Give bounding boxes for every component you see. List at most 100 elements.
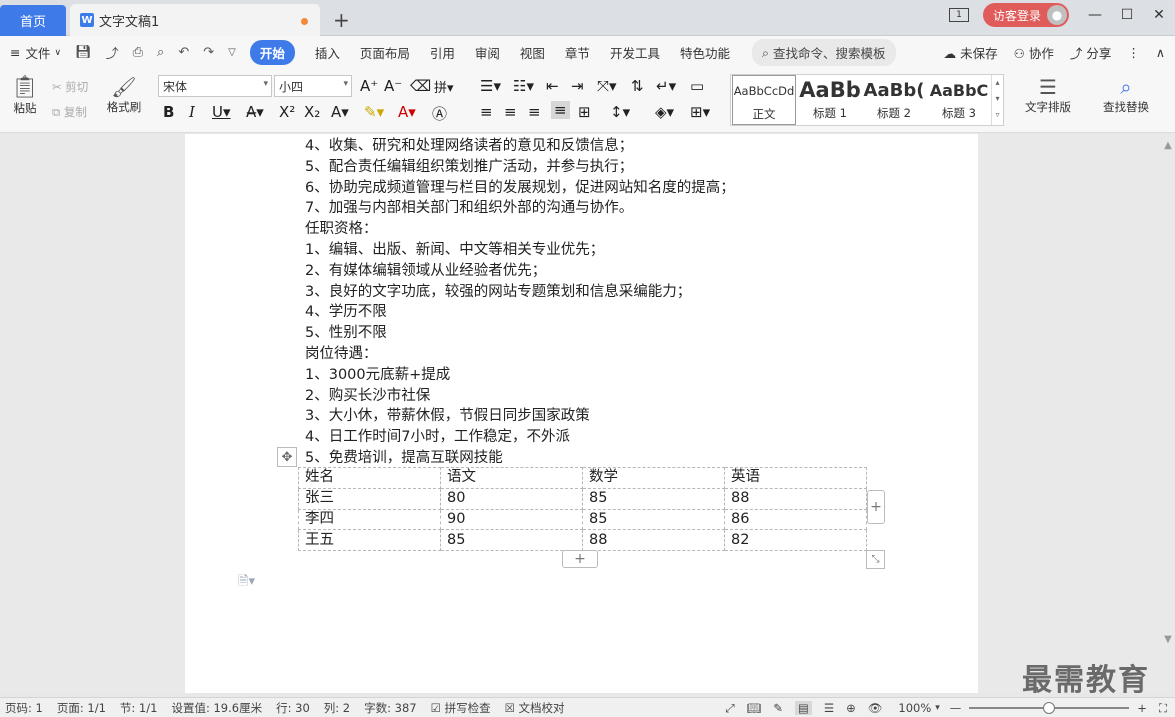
status-words[interactable]: 字数: 387	[364, 700, 416, 716]
doc-line[interactable]: 7、加强与内部相关部门和组织外部的沟通与协作。	[305, 198, 905, 219]
table-header-cell[interactable]: 语文	[440, 467, 583, 489]
undo-icon[interactable]: ↶	[178, 45, 189, 60]
menu-tab-section[interactable]: 章节	[565, 43, 590, 62]
sort-icon[interactable]: ⇅	[631, 77, 644, 95]
table-cell[interactable]: 88	[724, 487, 867, 510]
distributed-icon[interactable]: ⊞	[578, 103, 591, 121]
table-resize-icon[interactable]: ⤡	[866, 550, 885, 569]
superscript-icon[interactable]: X²	[279, 103, 295, 121]
table-cell[interactable]: 85	[582, 487, 725, 510]
file-menu[interactable]: ≡ 文件 ∨	[10, 43, 61, 62]
styles-scroll[interactable]: ▴ ▾ ▿	[991, 75, 1003, 125]
menu-tab-start[interactable]: 开始	[249, 40, 295, 65]
font-name-select[interactable]: 宋体 ▾	[158, 75, 272, 97]
table-header-cell[interactable]: 数学	[582, 467, 725, 489]
table-header-cell[interactable]: 姓名	[298, 467, 441, 489]
collapse-ribbon-icon[interactable]: ∧	[1156, 45, 1165, 60]
table-layout-icon[interactable]: ▭	[690, 77, 704, 95]
doc-line[interactable]: 3、大小休，带薪休假，节假日同步国家政策	[305, 406, 905, 427]
doc-line[interactable]: 3、良好的文字功底，较强的网站专题策划和信息采编能力；	[305, 282, 905, 303]
clear-format-icon[interactable]: ⌫	[410, 77, 431, 95]
fullscreen-icon[interactable]: ⤢	[725, 701, 734, 716]
table-cell[interactable]: 86	[724, 508, 867, 531]
copy-button[interactable]: ⧉ 复制	[52, 104, 87, 120]
cut-button[interactable]: ✂ 剪切	[52, 79, 88, 95]
zoom-slider[interactable]	[969, 702, 1130, 714]
tab-document[interactable]: W 文字文稿1	[70, 4, 320, 36]
align-left-icon[interactable]: ≡	[480, 103, 493, 121]
zoom-level[interactable]: 100%	[898, 701, 931, 715]
bullet-list-icon[interactable]: ☰▾	[480, 77, 501, 95]
increase-indent-icon[interactable]: ⇥	[571, 77, 584, 95]
new-tab-button[interactable]: +	[333, 8, 350, 32]
print-icon[interactable]: ⎙	[133, 45, 143, 60]
maximize-button[interactable]: ☐	[1111, 7, 1143, 23]
doc-line[interactable]: 4、收集、研究和处理网络读者的意见和反馈信息；	[305, 136, 905, 157]
menu-tab-page-layout[interactable]: 页面布局	[360, 43, 410, 62]
scroll-down-icon[interactable]: ▼	[1161, 634, 1175, 645]
shrink-font-icon[interactable]: A⁻	[384, 77, 402, 95]
subscript-icon[interactable]: X₂	[304, 103, 320, 121]
bold-icon[interactable]: B	[163, 103, 174, 121]
minimize-button[interactable]: —	[1079, 7, 1111, 23]
justify-icon[interactable]: ≡	[551, 101, 570, 119]
highlight-icon[interactable]: ✎▾	[364, 103, 384, 121]
spell-check-button[interactable]: ☑ 拼写检查	[431, 700, 491, 716]
menu-tab-insert[interactable]: 插入	[315, 43, 340, 62]
doc-line[interactable]: 岗位待遇：	[305, 344, 905, 365]
doc-line[interactable]: 5、配合责任编辑组织策划推广活动，并参与执行；	[305, 157, 905, 178]
text-effect-icon[interactable]: A▾	[331, 103, 349, 121]
collab-button[interactable]: ⚇ 协作	[1014, 43, 1054, 62]
scroll-up-icon[interactable]: ▲	[1161, 140, 1175, 151]
doc-line[interactable]: 5、性别不限	[305, 323, 905, 344]
window-count-icon[interactable]: 1	[948, 8, 969, 22]
redo-icon[interactable]: ↷	[203, 45, 214, 60]
table-cell[interactable]: 李四	[298, 508, 441, 531]
status-section[interactable]: 节: 1/1	[120, 700, 158, 716]
phonetic-icon[interactable]: 拼▾	[434, 77, 454, 96]
table-cell[interactable]: 90	[440, 508, 583, 531]
doc-line[interactable]: 4、学历不限	[305, 302, 905, 323]
zoom-out-button[interactable]: —	[950, 701, 962, 715]
find-replace-button[interactable]: ⌕ 查找替换	[1096, 75, 1156, 115]
doc-line[interactable]: 2、有媒体编辑领域从业经验者优先；	[305, 261, 905, 282]
zoom-slider-knob[interactable]	[1043, 702, 1056, 714]
grow-font-icon[interactable]: A⁺	[360, 77, 378, 95]
status-page-number[interactable]: 页码: 1	[5, 700, 43, 716]
doc-line[interactable]: 6、协助完成频道管理与栏目的发展规划，促进网站知名度的提高；	[305, 178, 905, 199]
table-cell[interactable]: 82	[724, 529, 867, 552]
doc-line[interactable]: 5、免费培训，提高互联网技能	[305, 448, 905, 469]
zoom-in-button[interactable]: +	[1137, 701, 1147, 715]
reading-mode-icon[interactable]: 📖︎	[747, 701, 762, 715]
close-button[interactable]: ✕	[1143, 7, 1175, 23]
line-spacing-icon[interactable]: ↕▾	[610, 103, 630, 121]
align-right-icon[interactable]: ≡	[528, 103, 541, 121]
paragraph-icon[interactable]: 🗎︎▾	[238, 572, 255, 594]
menu-tab-review[interactable]: 审阅	[475, 43, 500, 62]
text-layout-button[interactable]: ☰ 文字排版	[1018, 75, 1078, 115]
command-search-box[interactable]: ⌕ 查找命令、搜索模板	[751, 39, 896, 66]
table-header-cell[interactable]: 英语	[724, 467, 867, 489]
tab-home[interactable]: 首页	[0, 5, 66, 36]
print-preview-icon[interactable]: ⌕	[157, 45, 164, 60]
doc-proof-button[interactable]: ☒ 文档校对	[505, 700, 565, 716]
strikethrough-icon[interactable]: A̶▾	[246, 103, 264, 121]
table-cell[interactable]: 张三	[298, 487, 441, 510]
share-button[interactable]: ⤴ 分享	[1070, 43, 1112, 62]
style-heading-2[interactable]: AaBb( 标题 2	[862, 75, 926, 125]
style-heading-3[interactable]: AaBbC 标题 3	[927, 75, 991, 125]
menu-tab-view[interactable]: 视图	[520, 43, 545, 62]
add-column-button[interactable]: +	[867, 490, 885, 524]
web-view-icon[interactable]: ⊕	[846, 701, 856, 715]
save-icon[interactable]: 💾︎	[75, 45, 92, 60]
underline-icon[interactable]: U▾	[212, 103, 231, 121]
quick-access-dropdown-icon[interactable]: ▽	[228, 47, 236, 58]
chevron-down-icon[interactable]: ▾	[935, 703, 940, 713]
numbered-list-icon[interactable]: ☷▾	[513, 77, 534, 95]
table-move-icon[interactable]: ✥	[277, 447, 297, 467]
status-pages[interactable]: 页面: 1/1	[57, 700, 106, 716]
outline-view-icon[interactable]: ☰	[824, 701, 834, 715]
add-row-button[interactable]: +	[562, 550, 598, 568]
visitor-login-button[interactable]: 访客登录 ●	[982, 3, 1069, 27]
score-table[interactable]: 姓名 语文 数学 英语 张三 80 85 88 李四 90 85 86 王五 85 88 82	[298, 467, 867, 552]
